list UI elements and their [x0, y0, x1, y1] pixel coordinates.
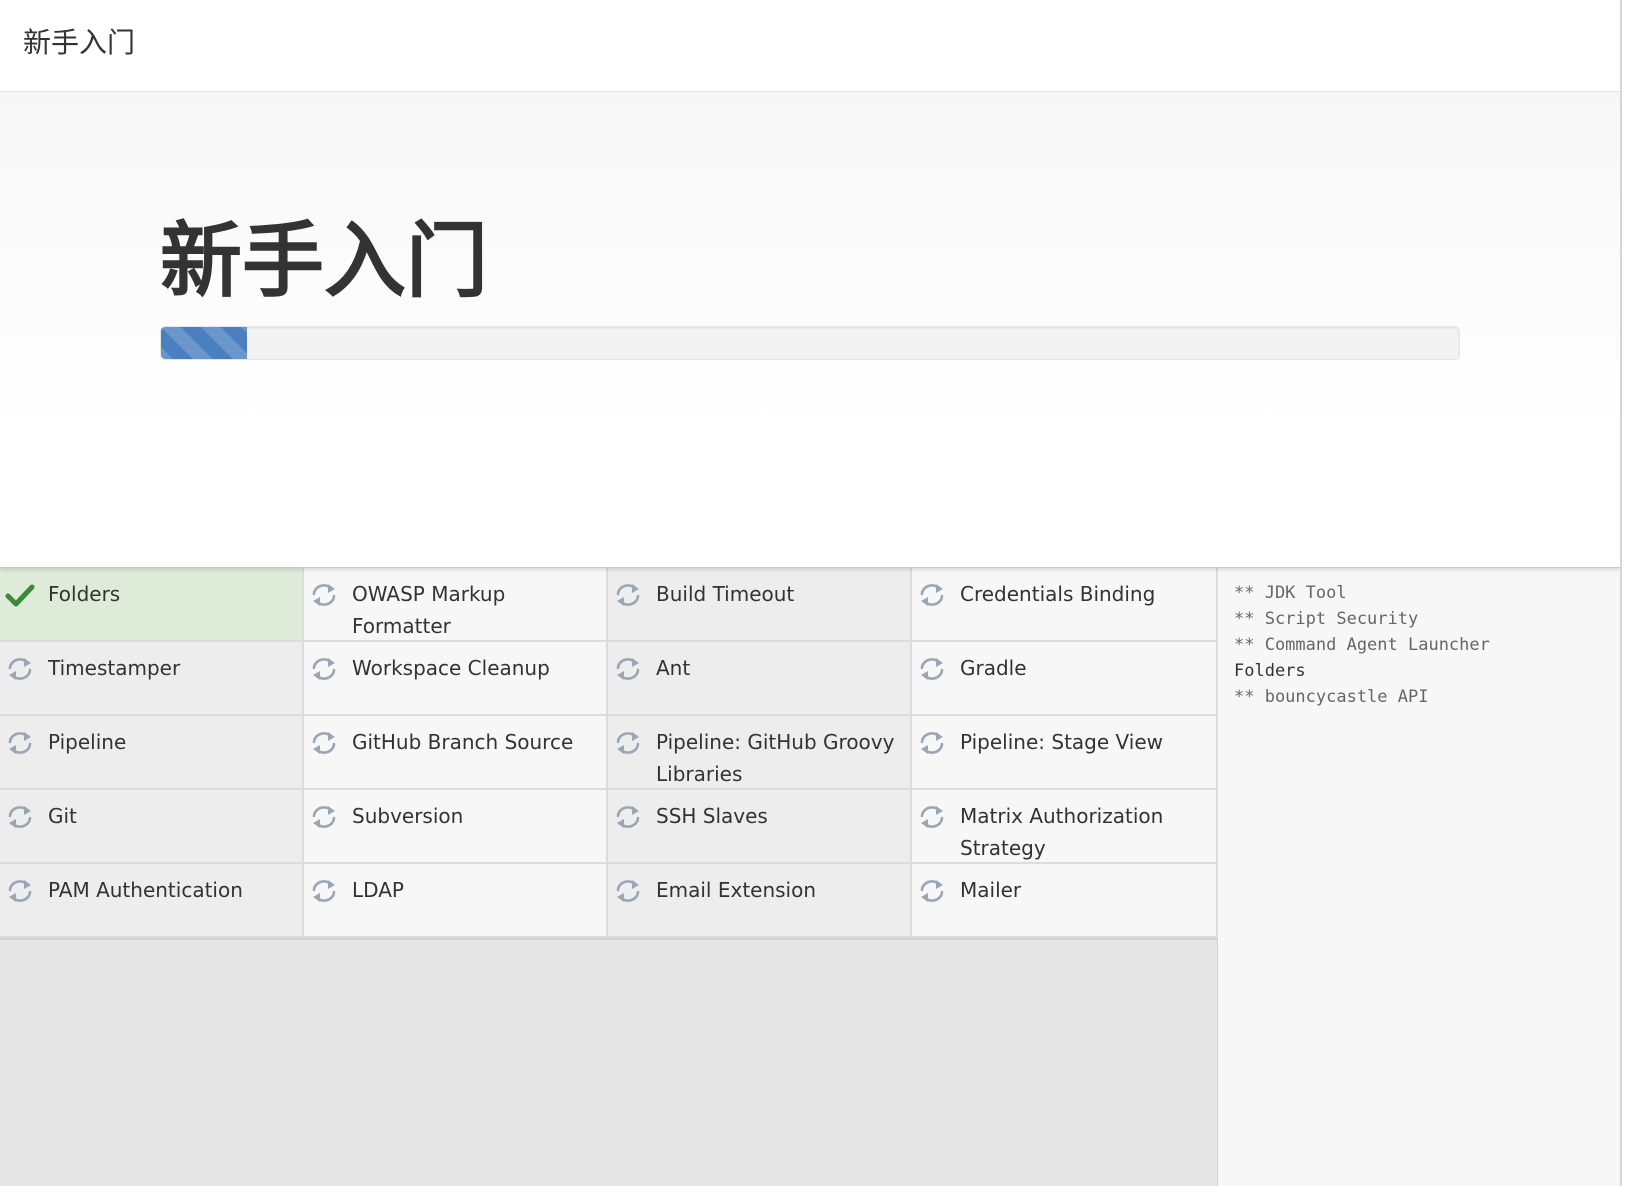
refresh-icon [613, 655, 643, 683]
plugin-name: SSH Slaves [656, 804, 768, 828]
refresh-icon [309, 581, 339, 609]
plugin-item: Build Timeout [608, 568, 912, 642]
install-progress-bar [160, 326, 1460, 360]
refresh-icon [5, 655, 35, 683]
plugin-name: Credentials Binding [960, 582, 1156, 606]
refresh-icon [5, 729, 35, 757]
plugin-name: Pipeline [48, 730, 127, 754]
plugin-name: Pipeline: Stage View [960, 730, 1163, 754]
install-progress-section: 新手入门 [0, 92, 1620, 568]
plugin-name: Folders [48, 582, 121, 606]
plugin-item: LDAP [304, 864, 608, 938]
plugin-item: GitHub Branch Source [304, 716, 608, 790]
log-line: Folders [1234, 661, 1306, 681]
install-progress-fill [161, 327, 247, 359]
plugin-name: Subversion [352, 804, 464, 828]
plugin-item: SSH Slaves [608, 790, 912, 864]
log-line: ** bouncycastle API [1234, 687, 1429, 707]
refresh-icon [917, 877, 947, 905]
plugin-name: Git [48, 804, 77, 828]
refresh-icon [309, 877, 339, 905]
plugin-item: Mailer [912, 864, 1218, 938]
refresh-icon [917, 581, 947, 609]
plugin-item: Email Extension [608, 864, 912, 938]
plugin-name: Gradle [960, 656, 1027, 680]
refresh-icon [613, 877, 643, 905]
log-line: ** Command Agent Launcher [1234, 635, 1490, 655]
install-log-panel: ** JDK Tool ** Script Security ** Command … [1218, 568, 1620, 1186]
refresh-icon [917, 803, 947, 831]
log-line: ** Script Security [1234, 609, 1419, 629]
wizard-header: 新手入门 [0, 0, 1620, 92]
plugin-item: Credentials Binding [912, 568, 1218, 642]
page-title: 新手入门 [160, 214, 489, 309]
refresh-icon [309, 729, 339, 757]
plugin-name: Pipeline: GitHub Groovy Libraries [656, 730, 895, 786]
plugin-item: Timestamper [0, 642, 304, 716]
plugin-item: Ant [608, 642, 912, 716]
refresh-icon [613, 729, 643, 757]
refresh-icon [613, 803, 643, 831]
plugin-item: Matrix Authorization Strategy [912, 790, 1218, 864]
plugin-item: Pipeline [0, 716, 304, 790]
plugin-name: Build Timeout [656, 582, 795, 606]
plugin-name: PAM Authentication [48, 878, 243, 902]
plugin-name: Workspace Cleanup [352, 656, 550, 680]
plugin-item: OWASP Markup Formatter [304, 568, 608, 642]
plugin-item: Folders [0, 568, 304, 642]
page: 新手入门 新手入门 Folders OWASP Markup Formatter B… [0, 0, 1628, 1186]
refresh-icon [309, 655, 339, 683]
log-line: ** JDK Tool [1234, 583, 1347, 603]
plugin-item: Pipeline: Stage View [912, 716, 1218, 790]
plugin-item: Git [0, 790, 304, 864]
plugin-item: Gradle [912, 642, 1218, 716]
plugin-name: LDAP [352, 878, 404, 902]
header-title: 新手入门 [23, 26, 136, 59]
plugin-name: Email Extension [656, 878, 817, 902]
plugin-item: Subversion [304, 790, 608, 864]
refresh-icon [917, 655, 947, 683]
refresh-icon [917, 729, 947, 757]
refresh-icon [613, 581, 643, 609]
plugin-name: GitHub Branch Source [352, 730, 574, 754]
refresh-icon [5, 877, 35, 905]
plugin-item: PAM Authentication [0, 864, 304, 938]
plugin-list-area: Folders OWASP Markup Formatter Build Timeo… [0, 568, 1218, 1186]
refresh-icon [309, 803, 339, 831]
plugin-grid: Folders OWASP Markup Formatter Build Timeo… [0, 568, 1218, 940]
plugin-name: Matrix Authorization Strategy [960, 804, 1164, 860]
plugin-name: Mailer [960, 878, 1022, 902]
plugin-name: OWASP Markup Formatter [352, 582, 506, 638]
plugin-name: Timestamper [48, 656, 181, 680]
plugin-name: Ant [656, 656, 691, 680]
refresh-icon [5, 803, 35, 831]
check-icon [5, 581, 35, 609]
plugin-item: Pipeline: GitHub Groovy Libraries [608, 716, 912, 790]
plugin-item: Workspace Cleanup [304, 642, 608, 716]
setup-wizard-window: 新手入门 新手入门 Folders OWASP Markup Formatter B… [0, 0, 1622, 1186]
